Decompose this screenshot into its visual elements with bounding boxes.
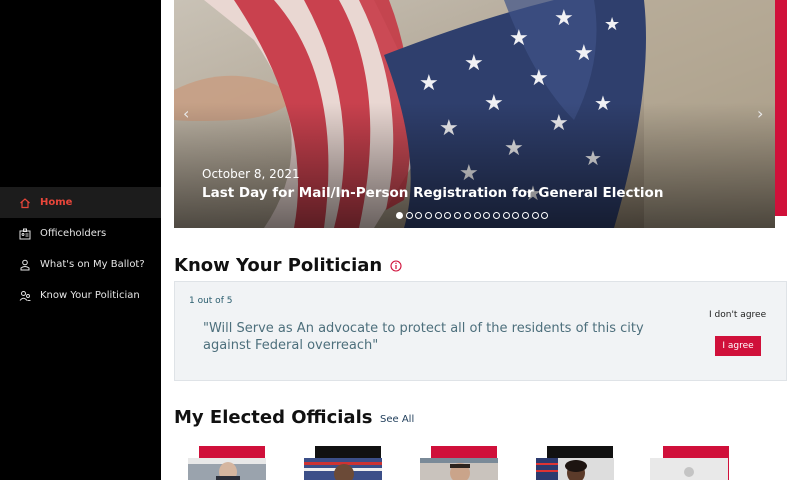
info-icon[interactable] bbox=[390, 259, 402, 272]
carousel-dot[interactable] bbox=[541, 212, 549, 219]
know-your-politician-heading: Know Your Politician bbox=[174, 255, 402, 276]
official-photo bbox=[536, 458, 614, 480]
id-card-icon bbox=[18, 227, 31, 240]
quote-counter: 1 out of 5 bbox=[189, 296, 233, 306]
official-card[interactable] bbox=[534, 446, 626, 480]
carousel-dot[interactable] bbox=[425, 212, 433, 219]
agree-button[interactable]: I agree bbox=[715, 336, 761, 356]
official-card[interactable] bbox=[650, 446, 742, 480]
carousel-pagination bbox=[396, 212, 551, 219]
carousel-dot[interactable] bbox=[473, 212, 481, 219]
carousel-dot[interactable] bbox=[512, 212, 520, 219]
carousel-dot[interactable] bbox=[454, 212, 462, 219]
official-photo bbox=[188, 458, 266, 480]
official-card[interactable] bbox=[302, 446, 394, 480]
official-photo bbox=[420, 458, 498, 480]
official-photo-placeholder bbox=[650, 458, 728, 480]
disagree-button[interactable]: I don't agree bbox=[709, 310, 766, 320]
see-all-link[interactable]: See All bbox=[380, 414, 414, 425]
politician-quote-card: 1 out of 5 "Will Serve as An advocate to… bbox=[174, 281, 787, 381]
hero-carousel[interactable]: ★ ★ ★ ★ ★ ★ ★ ★ ★ ★ ★ ★ ★ ★ ★ ‹ › Octobe… bbox=[174, 0, 775, 228]
people-icon bbox=[18, 289, 31, 302]
carousel-dot[interactable] bbox=[415, 212, 423, 219]
sidebar-item-officeholders[interactable]: Officeholders bbox=[0, 218, 161, 249]
section-title: Know Your Politician bbox=[174, 255, 383, 276]
sidebar-item-label: Officeholders bbox=[40, 228, 107, 239]
carousel-dot[interactable] bbox=[521, 212, 529, 219]
sidebar-item-home[interactable]: Home bbox=[0, 187, 161, 218]
carousel-dot[interactable] bbox=[483, 212, 491, 219]
sidebar: Home Officeholders What's on My Ballot? … bbox=[0, 0, 161, 480]
sidebar-item-label: Know Your Politician bbox=[40, 290, 140, 301]
chevron-right-icon[interactable]: › bbox=[757, 104, 763, 123]
sidebar-item-label: What's on My Ballot? bbox=[40, 259, 145, 270]
carousel-dot[interactable] bbox=[502, 212, 510, 219]
carousel-dot[interactable] bbox=[396, 212, 403, 219]
politician-quote: "Will Serve as An advocate to protect al… bbox=[203, 321, 644, 353]
official-card[interactable] bbox=[418, 446, 510, 480]
official-photo bbox=[304, 458, 382, 480]
sidebar-item-ballot[interactable]: What's on My Ballot? bbox=[0, 249, 161, 280]
carousel-dot[interactable] bbox=[463, 212, 471, 219]
sidebar-item-label: Home bbox=[40, 197, 73, 208]
hero-accent-bar bbox=[775, 0, 787, 216]
hero-title[interactable]: Last Day for Mail/In-Person Registration… bbox=[202, 185, 663, 201]
carousel-dot[interactable] bbox=[531, 212, 539, 219]
official-card[interactable] bbox=[186, 446, 278, 480]
carousel-dot[interactable] bbox=[492, 212, 500, 219]
chevron-left-icon[interactable]: ‹ bbox=[183, 104, 189, 123]
elected-officials-heading: My Elected Officials bbox=[174, 407, 373, 428]
sidebar-item-know-your-politician[interactable]: Know Your Politician bbox=[0, 280, 161, 311]
carousel-dot[interactable] bbox=[444, 212, 452, 219]
ballot-icon bbox=[18, 258, 31, 271]
carousel-dot[interactable] bbox=[434, 212, 442, 219]
hero-date: October 8, 2021 bbox=[202, 167, 300, 181]
carousel-dot[interactable] bbox=[405, 212, 413, 219]
home-icon bbox=[18, 196, 31, 209]
sidebar-nav: Home Officeholders What's on My Ballot? … bbox=[0, 187, 161, 311]
